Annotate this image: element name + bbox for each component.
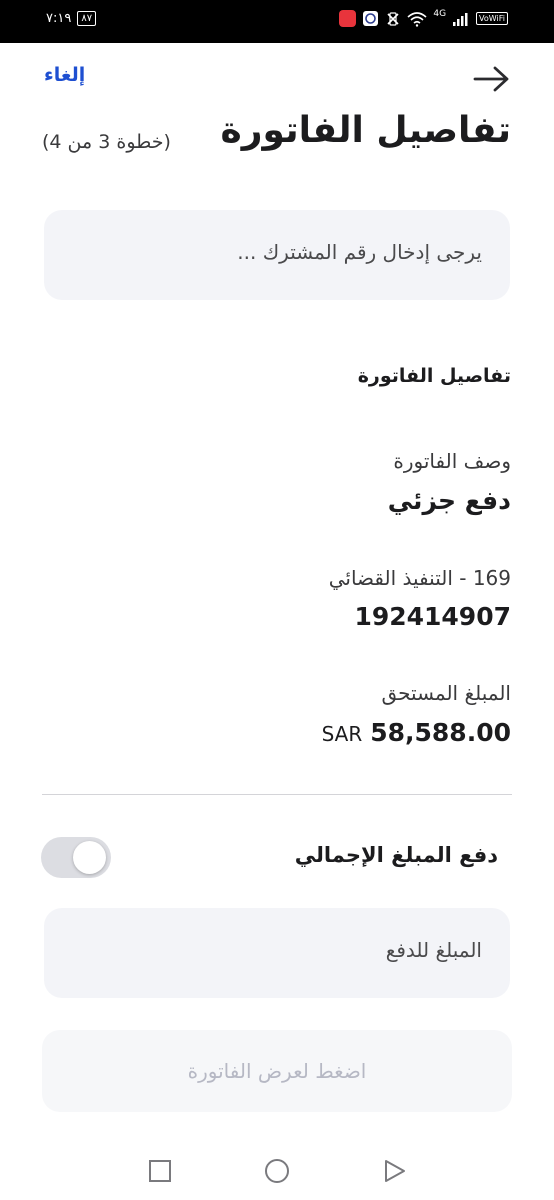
network-type: 4G — [433, 8, 447, 19]
subscriber-number-placeholder: يرجى إدخال رقم المشترك ... — [237, 240, 482, 264]
biller-label: 169 - التنفيذ القضائي — [328, 566, 511, 590]
back-triangle-icon[interactable] — [381, 1158, 407, 1184]
home-circle-icon[interactable] — [264, 1158, 290, 1184]
bill-description-value: دفع جزئي — [387, 486, 511, 515]
notification-badge: ٨٧ — [77, 11, 97, 26]
payment-amount-input[interactable]: المبلغ للدفع — [44, 908, 510, 998]
status-time: ٧:١٩ — [46, 11, 72, 26]
amount-due-label: المبلغ المستحق — [381, 681, 511, 705]
system-nav-bar — [0, 1140, 554, 1200]
page-title: تفاصيل الفاتورة — [220, 110, 512, 151]
cancel-button[interactable]: إلغاء — [44, 64, 85, 86]
toggle-knob — [73, 841, 106, 874]
subscriber-number-input[interactable]: يرجى إدخال رقم المشترك ... — [44, 210, 510, 300]
app-shield-icon — [363, 11, 379, 26]
full-payment-label: دفع المبلغ الإجمالي — [294, 843, 498, 867]
full-payment-toggle[interactable] — [41, 837, 111, 878]
biller-number-value: 192414907 — [354, 602, 511, 631]
amount-due-value: 58,588.00 — [370, 718, 511, 747]
vowifi-badge: VoWiFi — [476, 12, 508, 25]
bill-description-label: وصف الفاتورة — [393, 449, 511, 473]
app-notification-icon — [339, 10, 357, 27]
step-indicator: (خطوة 3 من 4) — [42, 131, 171, 153]
payment-amount-placeholder: المبلغ للدفع — [385, 938, 482, 962]
status-bar: ٧:١٩ ٨٧ 4G VoWiFi — [0, 0, 554, 43]
vibrate-off-icon — [387, 11, 399, 26]
signal-icon — [453, 12, 468, 26]
view-bill-button[interactable]: اضغط لعرض الفاتورة — [42, 1030, 512, 1112]
status-right: 4G VoWiFi — [339, 8, 508, 27]
arrow-right-icon[interactable] — [473, 64, 511, 94]
divider — [42, 794, 512, 795]
wifi-icon — [407, 11, 427, 27]
status-left: ٧:١٩ ٨٧ — [46, 11, 97, 26]
amount-due-row: SAR 58,588.00 — [322, 718, 511, 747]
recents-square-icon[interactable] — [147, 1158, 173, 1184]
bill-details-heading: تفاصيل الفاتورة — [357, 365, 511, 387]
currency-label: SAR — [321, 722, 363, 746]
